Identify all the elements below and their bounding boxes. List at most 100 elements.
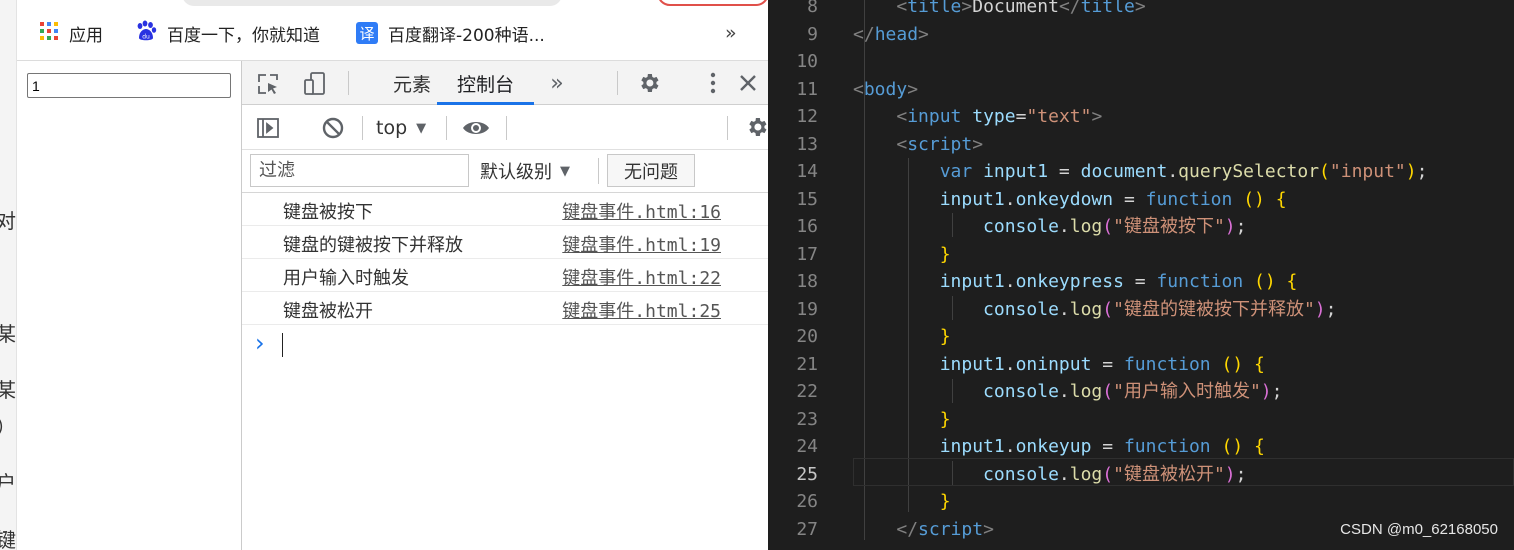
code-line[interactable]: 20 } [768, 323, 1514, 350]
indent-guide [952, 379, 953, 403]
line-code: </script> [896, 518, 994, 540]
line-code: input1.onkeyup = function () { [939, 436, 1265, 457]
issues-button[interactable]: 无问题 [607, 154, 695, 187]
console-message: 用户输入时触发 键盘事件.html:22 [242, 259, 768, 292]
code-line[interactable]: 11 <body> [768, 76, 1514, 103]
page-text-input[interactable] [27, 73, 231, 98]
line-number: 15 [796, 188, 818, 210]
line-code: console.log("键盘的键被按下并释放"); [983, 298, 1337, 320]
divider [598, 158, 599, 184]
svg-text:du: du [142, 33, 150, 40]
console-toolbar: top ▼ [242, 105, 768, 150]
console-prompt[interactable]: › [242, 327, 768, 361]
console-source-link[interactable]: 键盘事件.html:22 [562, 264, 721, 290]
line-code: console.log("用户输入时触发"); [983, 381, 1283, 402]
divider [362, 116, 363, 140]
bookmark-baidu[interactable]: du 百度一下，你就知道 [135, 19, 320, 47]
console-message: 键盘被按下 键盘事件.html:16 [242, 193, 768, 226]
line-code: <body> [853, 78, 919, 100]
code-line[interactable]: 16 console.log("键盘被按下"); [768, 213, 1514, 240]
line-code: } [939, 408, 951, 430]
line-number: 20 [796, 326, 818, 347]
show-sidebar-icon[interactable] [255, 115, 281, 141]
line-code: input1.oninput = function () { [939, 353, 1265, 375]
background-text-char: 户 [0, 467, 16, 496]
divider [348, 71, 349, 95]
bookmarks-overflow-chevron-icon[interactable]: » [725, 19, 737, 47]
line-number: 13 [796, 133, 818, 155]
bookmark-apps[interactable]: 应用 [39, 19, 103, 47]
code-line[interactable]: 26 } [768, 488, 1514, 515]
line-code: var input1 = document.querySelector("inp… [939, 161, 1428, 182]
code-line[interactable]: 13 <script> [768, 131, 1514, 158]
devtools-panel: 元素 控制台 » top ▼ 过滤 默认级别 ▼ 无问题 键盘被按下 键盘事件.… [242, 61, 768, 550]
inspect-element-icon[interactable] [255, 71, 281, 97]
line-code: input1.onkeydown = function () { [939, 188, 1287, 210]
line-number: 19 [796, 298, 818, 320]
line-code: } [939, 326, 951, 347]
bookmark-label: 百度翻译-200种语... [388, 25, 545, 46]
more-tabs-chevron-icon[interactable]: » [544, 61, 570, 105]
device-toolbar-icon[interactable] [301, 70, 329, 98]
line-code: <title>Document</title> [896, 0, 1146, 17]
console-message-text: 键盘被按下 [283, 202, 373, 223]
background-text-char: ） [0, 411, 16, 440]
settings-gear-icon[interactable] [636, 70, 662, 96]
console-source-link[interactable]: 键盘事件.html:25 [562, 297, 721, 323]
code-line[interactable]: 19 console.log("键盘的键被按下并释放"); [768, 296, 1514, 323]
filter-input[interactable] [250, 154, 469, 187]
code-line[interactable]: 23 } [768, 406, 1514, 433]
console-message-text: 键盘的键被按下并释放 [283, 235, 463, 256]
code-line[interactable]: 18 input1.onkeypress = function () { [768, 268, 1514, 295]
line-number: 12 [796, 106, 818, 127]
line-number: 21 [796, 353, 818, 375]
code-line[interactable]: 22 console.log("用户输入时触发"); [768, 378, 1514, 405]
line-number: 9 [807, 23, 818, 45]
code-line[interactable]: 12 <input type="text"> [768, 103, 1514, 130]
context-label: top [376, 117, 408, 139]
dropdown-arrow-icon: ▼ [560, 163, 570, 179]
bookmark-baidu-translate[interactable]: 译 百度翻译-200种语... [356, 19, 545, 47]
console-source-link[interactable]: 键盘事件.html:16 [562, 198, 721, 224]
line-number: 8 [807, 0, 818, 17]
clear-console-icon[interactable] [320, 115, 346, 141]
code-line[interactable]: 24 input1.onkeyup = function () { [768, 433, 1514, 460]
line-number: 24 [796, 436, 818, 457]
more-options-kebab-icon[interactable] [700, 70, 726, 96]
line-code: <input type="text"> [896, 106, 1103, 127]
baidu-paw-icon: du [135, 20, 157, 47]
divider [446, 116, 447, 140]
code-line[interactable]: 14 var input1 = document.querySelector("… [768, 158, 1514, 185]
watermark-text: CSDN @m0_62168050 [1340, 521, 1498, 538]
code-line[interactable]: 9 </head> [768, 21, 1514, 48]
line-number: 18 [796, 271, 818, 292]
context-selector[interactable]: top ▼ [376, 113, 426, 143]
dropdown-arrow-icon: ▼ [416, 120, 427, 136]
background-text-char: 对 [0, 205, 16, 234]
close-devtools-icon[interactable] [735, 70, 761, 96]
prompt-chevron-icon: › [255, 329, 265, 357]
console-settings-gear-icon[interactable] [744, 114, 768, 140]
code-line[interactable]: 15 input1.onkeydown = function () { [768, 186, 1514, 213]
console-message: 键盘被松开 键盘事件.html:25 [242, 292, 768, 325]
line-code: console.log("键盘被按下"); [983, 216, 1247, 237]
divider [506, 116, 507, 140]
background-text-char: 某 [0, 374, 16, 403]
line-number: 11 [796, 78, 818, 100]
console-source-link[interactable]: 键盘事件.html:19 [562, 231, 721, 257]
line-number: 26 [796, 491, 818, 512]
log-level-dropdown[interactable]: 默认级别 ▼ [480, 156, 570, 186]
page-viewport [17, 61, 242, 550]
text-cursor [282, 333, 283, 357]
tab-console[interactable]: 控制台 [437, 61, 534, 105]
background-text-char: 键 [0, 524, 16, 550]
profile-button-remnant[interactable] [657, 0, 768, 6]
code-line[interactable]: 21 input1.oninput = function () { [768, 351, 1514, 378]
code-line[interactable]: 17 } [768, 241, 1514, 268]
code-line[interactable]: 10 [768, 48, 1514, 75]
indent-guide [952, 296, 953, 320]
live-expression-eye-icon[interactable] [460, 114, 492, 142]
address-bar-remnant[interactable] [182, 0, 562, 6]
line-number: 27 [796, 518, 818, 540]
code-line[interactable]: 8 <title>Document</title> [768, 0, 1514, 20]
